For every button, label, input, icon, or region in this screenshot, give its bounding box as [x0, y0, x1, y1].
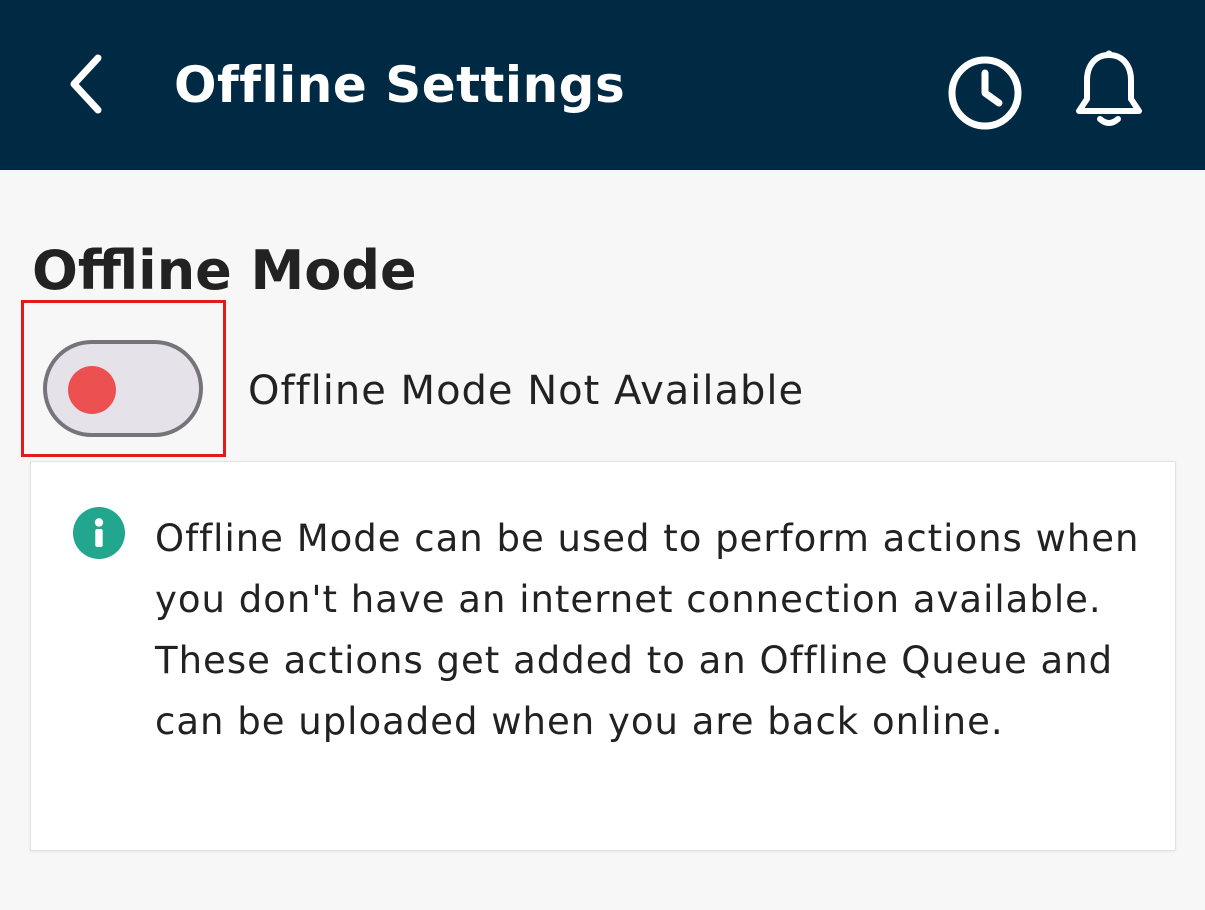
offline-mode-heading: Offline Mode [32, 239, 417, 302]
page-title: Offline Settings [174, 56, 626, 114]
offline-mode-status-label: Offline Mode Not Available [248, 368, 805, 414]
chevron-left-icon [70, 54, 102, 114]
notifications-button[interactable] [1068, 48, 1150, 130]
toggle-knob [68, 366, 116, 414]
bell-icon [1076, 50, 1142, 126]
info-icon [73, 507, 125, 559]
history-clock-icon [948, 56, 1022, 130]
offline-mode-toggle[interactable] [43, 340, 203, 437]
back-button[interactable] [56, 52, 120, 116]
top-app-bar: Offline Settings [0, 0, 1205, 170]
info-description: Offline Mode can be used to perform acti… [155, 517, 1140, 743]
history-button[interactable] [944, 52, 1026, 134]
info-card: Offline Mode can be used to perform acti… [30, 461, 1176, 851]
